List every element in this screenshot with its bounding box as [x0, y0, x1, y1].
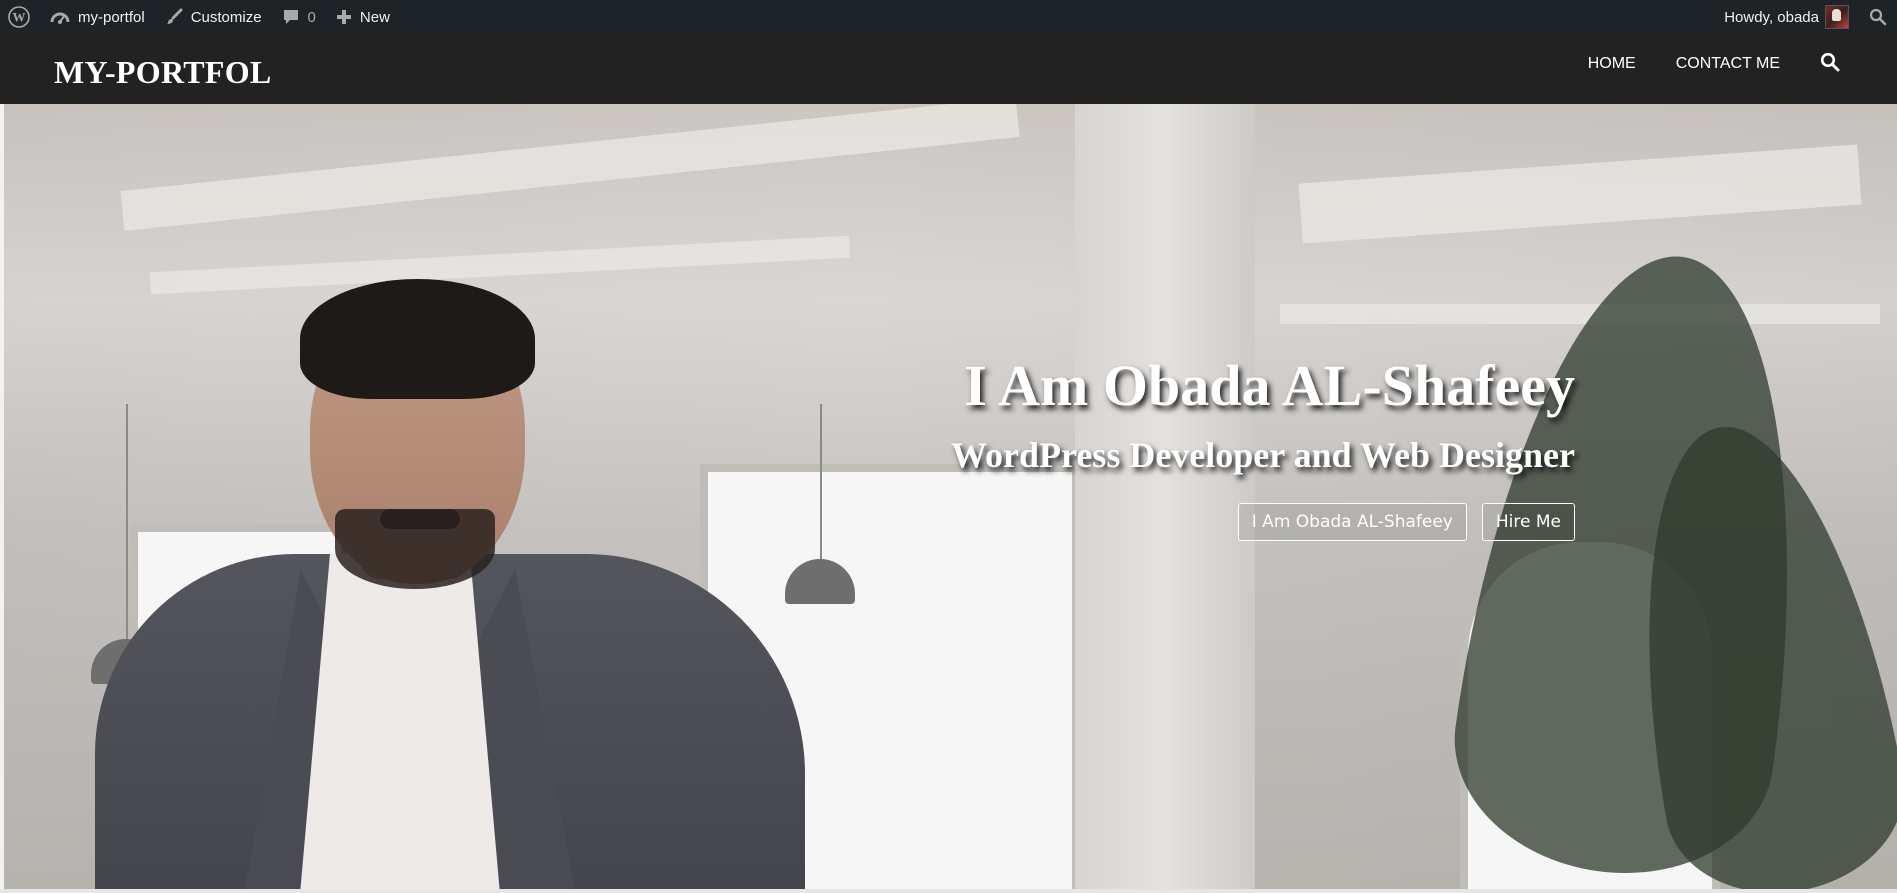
comment-icon [282, 8, 300, 26]
search-icon [1869, 8, 1887, 26]
paintbrush-icon [165, 8, 183, 26]
admin-bar-search[interactable] [1859, 0, 1897, 34]
my-account-menu[interactable]: Howdy, obada [1714, 0, 1859, 34]
hero-title: I Am Obada AL-Shafeey [964, 353, 1575, 418]
hero-content: I Am Obada AL-Shafeey WordPress Develope… [760, 353, 1575, 542]
site-name-menu[interactable]: my-portfol [40, 0, 155, 34]
plus-icon [336, 9, 352, 25]
site-title[interactable]: MY-PORTFOL [54, 54, 272, 91]
new-content-menu[interactable]: New [326, 0, 400, 34]
admin-bar-right: Howdy, obada [1714, 0, 1897, 34]
nav-item-home[interactable]: HOME [1588, 55, 1636, 73]
search-icon [1820, 52, 1840, 77]
avatar [1825, 5, 1849, 29]
hero-buttons: I Am Obada AL-Shafeey Hire Me [760, 503, 1575, 542]
main-navigation: HOME CONTACT ME [1588, 34, 1897, 94]
hero-subtitle: WordPress Developer and Web Designer [951, 434, 1575, 475]
hero-section: I Am Obada AL-Shafeey WordPress Develope… [0, 104, 1897, 889]
wp-logo-menu[interactable]: W [0, 0, 40, 34]
customize-link[interactable]: Customize [155, 0, 272, 34]
dashboard-icon [50, 8, 70, 26]
site-header: MY-PORTFOL HOME CONTACT ME [0, 34, 1897, 104]
nav-item-contact-me[interactable]: CONTACT ME [1676, 55, 1780, 73]
new-label: New [359, 8, 390, 26]
wp-admin-bar: W my-portfol Customize 0 New Howdy, obad… [0, 0, 1897, 34]
howdy-label: Howdy, obada [1724, 8, 1819, 26]
customize-label: Customize [190, 8, 262, 26]
svg-text:W: W [13, 10, 26, 25]
about-me-button[interactable]: I Am Obada AL-Shafeey [1237, 503, 1467, 542]
admin-bar-left: W my-portfol Customize 0 New [0, 0, 400, 34]
site-name-label: my-portfol [78, 8, 145, 26]
comments-count: 0 [307, 8, 316, 26]
hire-me-button[interactable]: Hire Me [1481, 503, 1575, 542]
wordpress-logo-icon: W [8, 6, 30, 28]
page-bottom-divider [0, 889, 1897, 893]
header-search-button[interactable] [1820, 52, 1840, 77]
comments-link[interactable]: 0 [272, 0, 326, 34]
